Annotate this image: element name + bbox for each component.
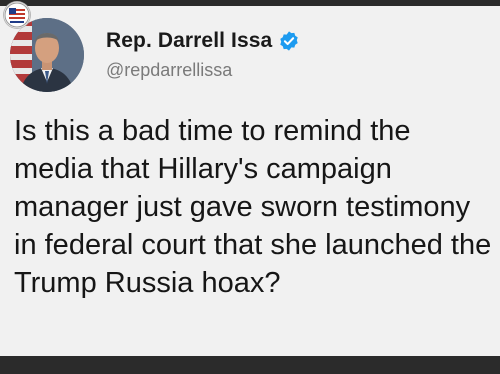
avatar[interactable] (10, 18, 84, 92)
author-handle[interactable]: @repdarrellissa (106, 60, 232, 81)
verified-badge-icon (278, 30, 300, 52)
avatar-photo (10, 18, 84, 92)
tweet-text: Is this a bad time to remind the media t… (14, 115, 492, 299)
flag-logo-icon (4, 2, 30, 28)
author-display-name[interactable]: Rep. Darrell Issa (106, 29, 272, 53)
tweet-card: Rep. Darrell Issa @repdarrellissa Is thi… (0, 6, 500, 356)
author-name-row: Rep. Darrell Issa (106, 28, 300, 54)
bottom-frame (0, 356, 500, 374)
